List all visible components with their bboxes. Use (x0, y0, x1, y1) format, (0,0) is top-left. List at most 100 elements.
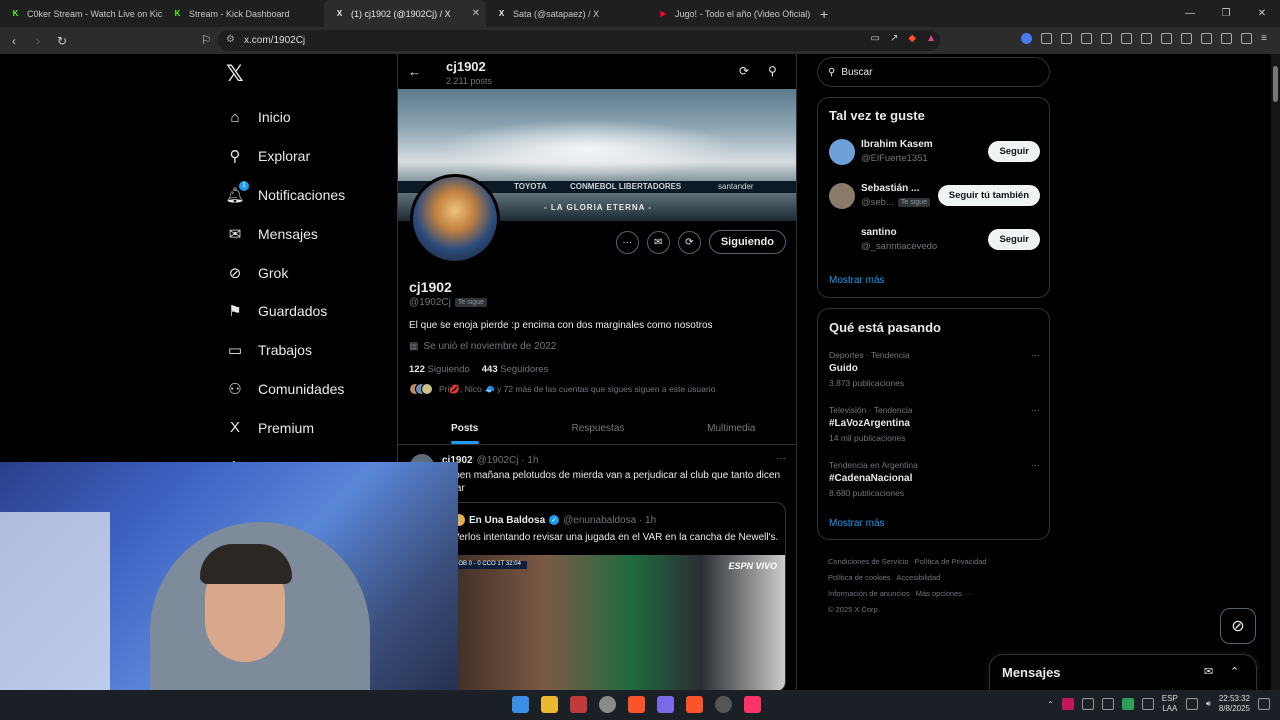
trends-show-more[interactable]: Mostrar más (829, 518, 885, 529)
suggestion-item[interactable]: Ibrahim Kasem @ElFuerte1351 Seguir (829, 136, 1040, 170)
sidebar-item-guardados[interactable]: ⚑ Guardados (226, 292, 396, 331)
notifications-icon[interactable] (1258, 698, 1270, 710)
cast-icon[interactable]: ▭ (871, 33, 880, 44)
windows-start-icon[interactable] (512, 696, 529, 713)
avatar[interactable] (829, 183, 855, 209)
screenshot-icon[interactable] (1081, 33, 1092, 44)
music-icon[interactable] (1121, 33, 1132, 44)
new-message-icon[interactable]: ✉ (1204, 665, 1213, 678)
brave-icon[interactable] (628, 696, 645, 713)
suggestions-show-more[interactable]: Mostrar más (829, 275, 885, 286)
search-input[interactable]: Buscar (841, 67, 872, 78)
trend-more-icon[interactable]: ··· (1031, 405, 1040, 415)
subscribe-icon[interactable]: ⟳ (677, 230, 701, 254)
quoted-tweet[interactable]: En Una Baldosa ✓ @enunabaldosa · 1h Verl… (442, 502, 786, 690)
sidebar-item-trabajos[interactable]: ▭ Trabajos (226, 331, 396, 370)
close-window-icon[interactable]: ✕ (1244, 0, 1280, 27)
suggestion-item[interactable]: Sebastián ... @seb... Te sigue Seguir tú ta… (829, 180, 1040, 214)
sidebar-item-grok[interactable]: ⊘ Grok (226, 253, 396, 292)
refresh-extension-icon[interactable] (1241, 33, 1252, 44)
tab-multimedia[interactable]: Multimedia (665, 414, 796, 444)
leo-icon[interactable] (1181, 33, 1192, 44)
wallet-icon[interactable] (1161, 33, 1172, 44)
browser-tab[interactable]: K Stream - Kick Dashboard (162, 0, 324, 27)
brave-shield-icon[interactable]: ◆ (908, 33, 916, 44)
clock[interactable]: 22:53:32 8/8/2025 (1219, 694, 1250, 714)
bookmark-page-icon[interactable]: ⚐ (196, 30, 216, 50)
close-tab-icon[interactable]: ✕ (472, 8, 480, 19)
expand-icon[interactable]: ⌃ (1230, 665, 1239, 678)
sidebar-item-comunidades[interactable]: ⚇ Comunidades (226, 370, 396, 409)
x-logo-icon[interactable]: 𝕏 (226, 61, 244, 87)
follow-button[interactable]: Seguir (988, 141, 1040, 162)
trend-item[interactable]: Televisión · Tendencia #LaVozArgentina 14 … (829, 405, 1040, 447)
browser-tab[interactable]: X (1) cj1902 (@1902Cj) / X ✕ (324, 0, 486, 27)
follow-button[interactable]: Seguir tú también (937, 185, 1040, 206)
tweet-more-icon[interactable]: ··· (776, 453, 786, 464)
profile-icon[interactable] (1221, 33, 1232, 44)
browser-tab[interactable]: K C0ker Stream - Watch Live on Kick (0, 0, 162, 27)
footer-link[interactable]: Más opciones ··· (916, 589, 972, 598)
sidebar-item-explorar[interactable]: ⚲ Explorar (226, 137, 396, 176)
download-icon[interactable] (1101, 33, 1112, 44)
vpn-icon[interactable] (1201, 33, 1212, 44)
restore-icon[interactable]: ❐ (1208, 0, 1244, 27)
trend-more-icon[interactable]: ··· (1031, 350, 1040, 360)
site-settings-icon[interactable]: ⚙ (226, 34, 235, 45)
footer-link[interactable]: Política de cookies (828, 573, 891, 582)
sidebar-item-notificaciones[interactable]: 🔔︎ 1 Notificaciones (225, 176, 396, 215)
url-input[interactable]: ⚙ x.com/1902Cj (218, 30, 940, 51)
more-options-icon[interactable]: ··· (615, 230, 639, 254)
media-player-icon[interactable] (715, 696, 732, 713)
sidebar-item-inicio[interactable]: ⌂ Inicio (226, 98, 396, 137)
followed-by[interactable]: Pri💋, Nico 🧢 y 72 más de las cuentas que… (409, 383, 715, 395)
taskbar-app-icon[interactable] (570, 696, 587, 713)
back-arrow-icon[interactable]: ← (408, 64, 421, 79)
obs-icon[interactable] (599, 696, 616, 713)
microphone-icon[interactable] (1141, 698, 1154, 710)
sidebar-icon[interactable] (1141, 33, 1152, 44)
search-icon[interactable]: ⚲ (768, 64, 777, 78)
quote-video[interactable]: NOB 0 - 0 CCO 1T 32:04 ESPN VIVO (443, 555, 785, 690)
browser-tab[interactable]: X Sata (@satapaez) / X (486, 0, 648, 27)
trend-item[interactable]: Deportes · Tendencia Guido 3.873 publicaci… (829, 350, 1040, 392)
brave-rewards-icon[interactable]: ▲ (926, 33, 936, 44)
volume-icon[interactable]: 🔊︎ (1206, 699, 1211, 709)
minimize-icon[interactable]: — (1172, 0, 1208, 27)
translate-icon[interactable] (1041, 33, 1052, 44)
network-icon[interactable] (1185, 698, 1198, 710)
sidebar-item-mensajes[interactable]: ✉ Mensajes (226, 214, 396, 253)
tray-icon[interactable] (1061, 698, 1074, 710)
puzzle-icon[interactable] (1061, 33, 1072, 44)
messages-drawer[interactable]: Mensajes ✉ ⌃ (989, 654, 1257, 690)
footer-link[interactable]: Condiciones de Servicio (828, 557, 908, 566)
back-icon[interactable]: ‹ (4, 31, 24, 51)
grok-refresh-icon[interactable]: ⟳ (739, 64, 749, 78)
tray-icon[interactable] (1081, 698, 1094, 710)
reload-icon[interactable]: ↻ (52, 31, 72, 51)
forward-icon[interactable]: › (28, 31, 48, 51)
extension-icon[interactable] (1021, 33, 1032, 44)
share-icon[interactable]: ↗ (890, 33, 898, 44)
tray-chevron-icon[interactable]: ⌃ (1047, 700, 1054, 709)
following-link[interactable]: 122 Siguiendo (409, 364, 470, 375)
new-tab-button[interactable]: + (810, 6, 838, 22)
search-box[interactable]: ⚲ Buscar (817, 57, 1050, 87)
footer-link[interactable]: Accesibilidad (897, 573, 941, 582)
trend-more-icon[interactable]: ··· (1031, 460, 1040, 470)
follow-button[interactable]: Seguir (988, 229, 1040, 250)
menu-icon[interactable]: ≡ (1261, 33, 1272, 44)
message-icon[interactable]: ✉ (646, 230, 670, 254)
tab-respuestas[interactable]: Respuestas (531, 414, 664, 444)
avatar[interactable] (829, 227, 855, 253)
trend-item[interactable]: Tendencia en Argentina #CadenaNacional 8.6… (829, 460, 1040, 502)
grok-button-icon[interactable]: ⊘ (1220, 608, 1256, 644)
scrollbar-thumb[interactable] (1273, 66, 1278, 102)
tab-posts[interactable]: Posts (398, 414, 531, 444)
suggestion-item[interactable]: santino @_sanntiacevedo Seguir (829, 224, 1040, 258)
tray-icon[interactable] (1121, 698, 1134, 710)
tray-icon[interactable] (1101, 698, 1114, 710)
page-scrollbar[interactable] (1271, 54, 1280, 690)
profile-avatar[interactable] (410, 174, 500, 264)
followers-link[interactable]: 443 Seguidores (482, 364, 549, 375)
